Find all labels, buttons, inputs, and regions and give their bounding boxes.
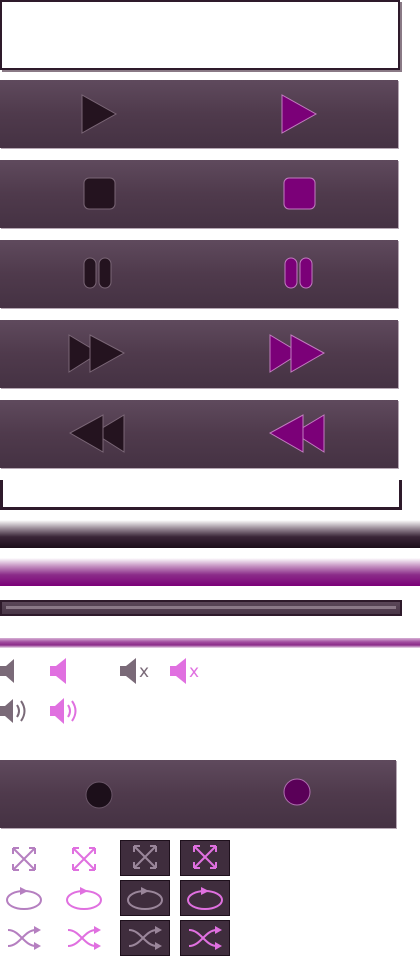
pause-icon-active[interactable] <box>284 257 313 289</box>
speaker-icon-active[interactable] <box>50 696 82 726</box>
slider-track[interactable] <box>0 600 402 616</box>
fullscreen-icon-active[interactable] <box>70 845 98 873</box>
record-bar <box>0 760 396 828</box>
repeat-tile[interactable] <box>120 880 170 916</box>
shuffle-tile[interactable] <box>120 920 170 956</box>
rewind-icon[interactable] <box>68 414 125 453</box>
fullscreen-tile-active[interactable] <box>180 840 230 876</box>
play-icon[interactable] <box>81 94 118 134</box>
fast-forward-icon-active[interactable] <box>269 334 326 373</box>
bottom-frame <box>0 480 402 510</box>
play-icon-active[interactable] <box>281 94 318 134</box>
shuffle-icon-active[interactable] <box>66 925 102 951</box>
fast-forward-bar <box>0 320 398 388</box>
repeat-icon[interactable] <box>4 884 44 914</box>
svg-text:x: x <box>189 662 199 682</box>
shuffle-tile-active[interactable] <box>180 920 230 956</box>
volume-icon-active[interactable] <box>50 656 70 686</box>
fullscreen-icon <box>193 845 217 869</box>
mute-icon[interactable]: x <box>120 656 156 686</box>
dark-progress-stripe <box>0 520 420 548</box>
repeat-icon <box>187 887 223 910</box>
pause-icon[interactable] <box>83 257 112 289</box>
fullscreen-icon <box>133 845 157 869</box>
fullscreen-tile[interactable] <box>120 840 170 876</box>
shuffle-icon[interactable] <box>6 925 42 951</box>
record-icon-active[interactable] <box>283 778 311 806</box>
top-frame <box>0 0 400 70</box>
repeat-icon-active[interactable] <box>64 884 104 914</box>
thin-divider <box>0 638 420 648</box>
repeat-icon <box>127 887 163 910</box>
repeat-tile-active[interactable] <box>180 880 230 916</box>
purple-progress-stripe <box>0 558 420 586</box>
shuffle-icon <box>128 926 162 950</box>
mute-icon-active[interactable]: x <box>170 656 206 686</box>
record-icon[interactable] <box>85 781 113 809</box>
rewind-bar <box>0 400 398 468</box>
stop-icon-active[interactable] <box>283 177 316 210</box>
play-bar <box>0 80 398 148</box>
rewind-icon-active[interactable] <box>268 414 325 453</box>
shuffle-icon <box>188 926 222 950</box>
pause-bar <box>0 240 398 308</box>
fast-forward-icon[interactable] <box>68 334 126 373</box>
speaker-icon[interactable] <box>0 696 32 726</box>
volume-icon[interactable] <box>0 656 20 686</box>
svg-text:x: x <box>139 662 149 682</box>
fullscreen-icon[interactable] <box>10 845 38 873</box>
stop-bar <box>0 160 398 228</box>
stop-icon[interactable] <box>83 177 116 210</box>
